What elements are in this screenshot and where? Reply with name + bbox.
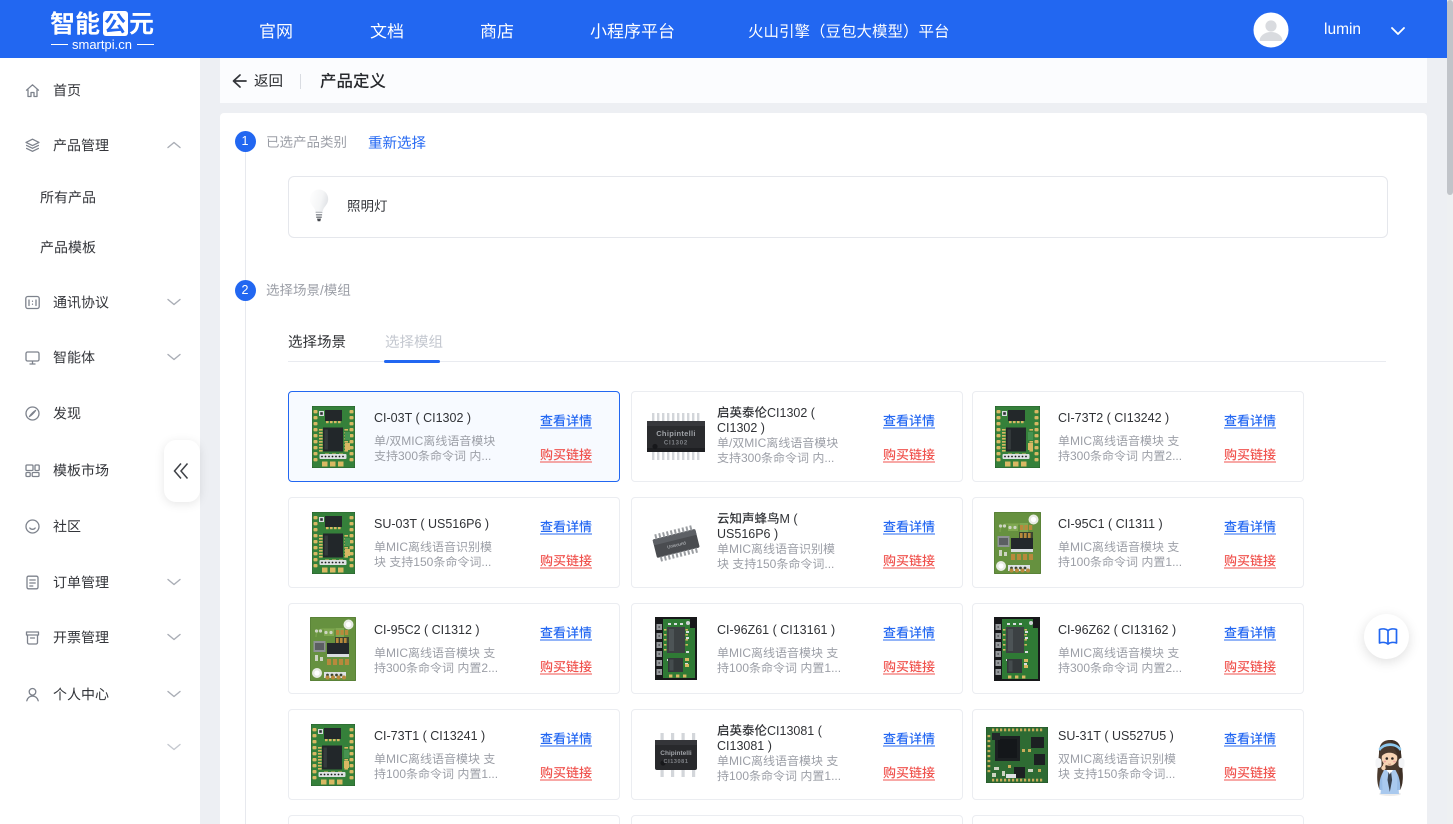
svg-text:CI-73T2 ( CI13242 ): CI-73T2 ( CI13242 ) — [1058, 410, 1169, 424]
svg-text:MIC: MIC — [1070, 434, 1092, 448]
svg-text:...: ... — [481, 555, 491, 569]
svg-text:1...: 1... — [481, 767, 498, 781]
svg-text:150: 150 — [413, 555, 433, 569]
svg-text:CI1302: CI1302 — [663, 441, 687, 447]
svg-text:Chipintelli: Chipintelli — [660, 750, 692, 757]
svg-text:MIC: MIC — [729, 542, 751, 556]
svg-text:MIC: MIC — [386, 752, 408, 766]
svg-text:300: 300 — [741, 451, 761, 465]
svg-text:2...: 2... — [1165, 449, 1182, 463]
svg-text:MIC: MIC — [729, 754, 751, 768]
svg-text:CI13081 ): CI13081 ) — [717, 738, 772, 752]
svg-text:150: 150 — [1097, 767, 1117, 781]
svg-text:150: 150 — [756, 557, 776, 571]
svg-text:...: ... — [824, 557, 834, 571]
svg-text:CI-03T ( CI1302 ): CI-03T ( CI1302 ) — [374, 410, 471, 424]
svg-text:100: 100 — [386, 767, 406, 781]
svg-text:MIC: MIC — [401, 434, 423, 448]
svg-text:300: 300 — [1070, 661, 1090, 675]
svg-text:CI-96Z61 ( CI13161 ): CI-96Z61 ( CI13161 ) — [717, 622, 835, 636]
svg-text:MIC: MIC — [386, 540, 408, 554]
svg-text:CI13081: CI13081 — [663, 759, 688, 765]
svg-text:MIC: MIC — [1070, 540, 1092, 554]
svg-text:CI1302 (: CI1302 ( — [767, 405, 815, 419]
svg-text:SU-03T ( US516P6 ): SU-03T ( US516P6 ) — [374, 516, 489, 530]
svg-text:1...: 1... — [824, 661, 841, 675]
svg-text:MIC: MIC — [744, 436, 766, 450]
svg-text:SU-31T ( US527U5 ): SU-31T ( US527U5 ) — [1058, 728, 1174, 742]
svg-text:2...: 2... — [481, 661, 498, 675]
svg-text:100: 100 — [729, 769, 749, 783]
svg-text:MIC: MIC — [1070, 646, 1092, 660]
svg-text:CI13081 (: CI13081 ( — [767, 723, 822, 737]
svg-text:100: 100 — [729, 661, 749, 675]
svg-text:CI-96Z62 ( CI13162 ): CI-96Z62 ( CI13162 ) — [1058, 622, 1176, 636]
svg-text:CI-73T1 ( CI13241 ): CI-73T1 ( CI13241 ) — [374, 728, 485, 742]
svg-text:300: 300 — [386, 661, 406, 675]
svg-text:...: ... — [824, 451, 834, 465]
svg-text:1...: 1... — [824, 769, 841, 783]
svg-text:...: ... — [1165, 767, 1175, 781]
svg-text:/: / — [729, 436, 733, 450]
svg-text:1...: 1... — [1165, 555, 1182, 569]
svg-text:US516P6 ): US516P6 ) — [717, 526, 778, 540]
svg-text:...: ... — [481, 449, 491, 463]
svg-text:100: 100 — [1070, 555, 1090, 569]
svg-text:MIC: MIC — [729, 646, 751, 660]
svg-text:CI-95C1 ( CI1311 ): CI-95C1 ( CI1311 ) — [1058, 516, 1163, 530]
svg-text:MIC: MIC — [386, 646, 408, 660]
svg-text:2...: 2... — [1165, 661, 1182, 675]
svg-text:300: 300 — [1070, 449, 1090, 463]
svg-text:CI-95C2 ( CI1312 ): CI-95C2 ( CI1312 ) — [374, 622, 480, 636]
svg-text:CI1302 ): CI1302 ) — [717, 420, 765, 434]
svg-text:Chipintelli: Chipintelli — [656, 429, 696, 438]
svg-text:300: 300 — [398, 449, 418, 463]
svg-text:/: / — [386, 434, 390, 448]
svg-text:MIC: MIC — [1070, 752, 1092, 766]
svg-text:/: / — [320, 283, 324, 298]
svg-text:M (: M ( — [779, 511, 798, 525]
